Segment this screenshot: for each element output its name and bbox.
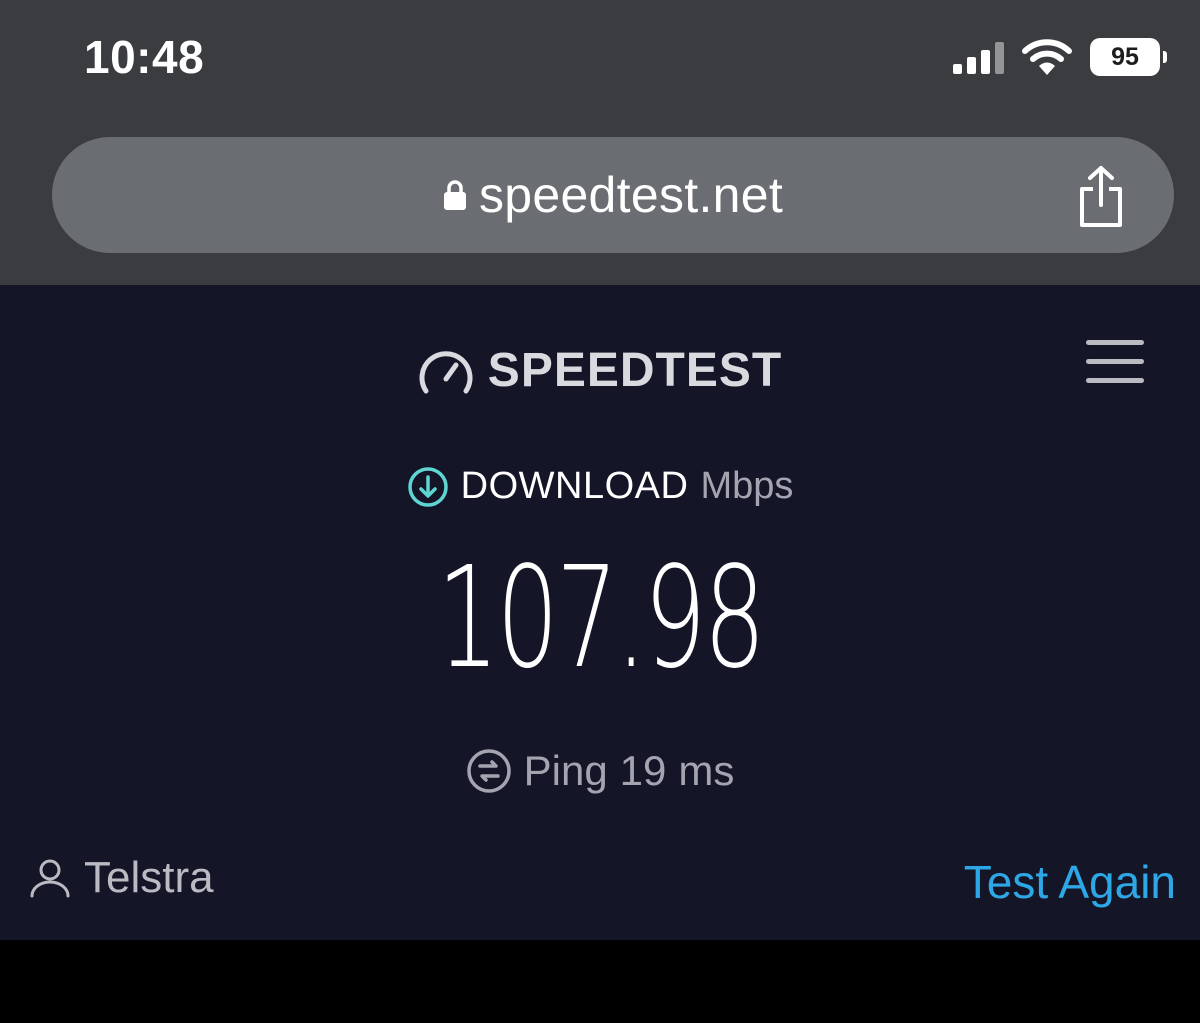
url-display[interactable]: speedtest.net [52, 137, 1174, 253]
ping-icon [466, 749, 511, 793]
speedometer-icon [419, 350, 473, 393]
ping-unit: ms [678, 747, 735, 794]
lock-icon [443, 180, 466, 210]
logo-text: SPEEDTEST [487, 344, 783, 397]
url-text: speedtest.net [478, 167, 784, 223]
share-button[interactable] [1074, 165, 1128, 234]
provider-info[interactable]: Telstra [28, 853, 214, 903]
provider-name: Telstra [84, 853, 214, 902]
battery-level: 95 [1111, 42, 1139, 71]
download-speed-value: 107.98 [436, 537, 766, 700]
bottom-bar [0, 940, 1200, 1023]
browser-chrome: 10:48 95 speedtest.net [0, 0, 1200, 285]
status-time: 10:48 [84, 31, 205, 83]
address-bar[interactable]: speedtest.net [52, 137, 1174, 253]
download-header: DOWNLOAD Mbps [0, 465, 1200, 508]
cellular-signal-icon [953, 40, 1004, 74]
ping-row: Ping 19 ms [0, 747, 1200, 795]
speedtest-logo[interactable]: SPEEDTEST [0, 343, 1200, 398]
wifi-icon [1022, 39, 1072, 75]
download-unit: Mbps [700, 465, 794, 507]
speedtest-page: SPEEDTEST DOWNLOAD Mbps 107.98 Ping 19 m… [0, 285, 1200, 940]
ping-label: Ping [523, 747, 608, 794]
user-icon [30, 859, 70, 898]
ping-value: 19 [619, 747, 667, 794]
test-again-button[interactable]: Test Again [964, 855, 1176, 909]
download-label: DOWNLOAD [460, 465, 689, 507]
battery-icon: 95 [1090, 38, 1167, 76]
status-icons: 95 [953, 38, 1167, 76]
share-icon [1080, 166, 1122, 227]
hamburger-menu-icon[interactable] [1086, 340, 1144, 384]
download-arrow-icon [407, 466, 448, 507]
